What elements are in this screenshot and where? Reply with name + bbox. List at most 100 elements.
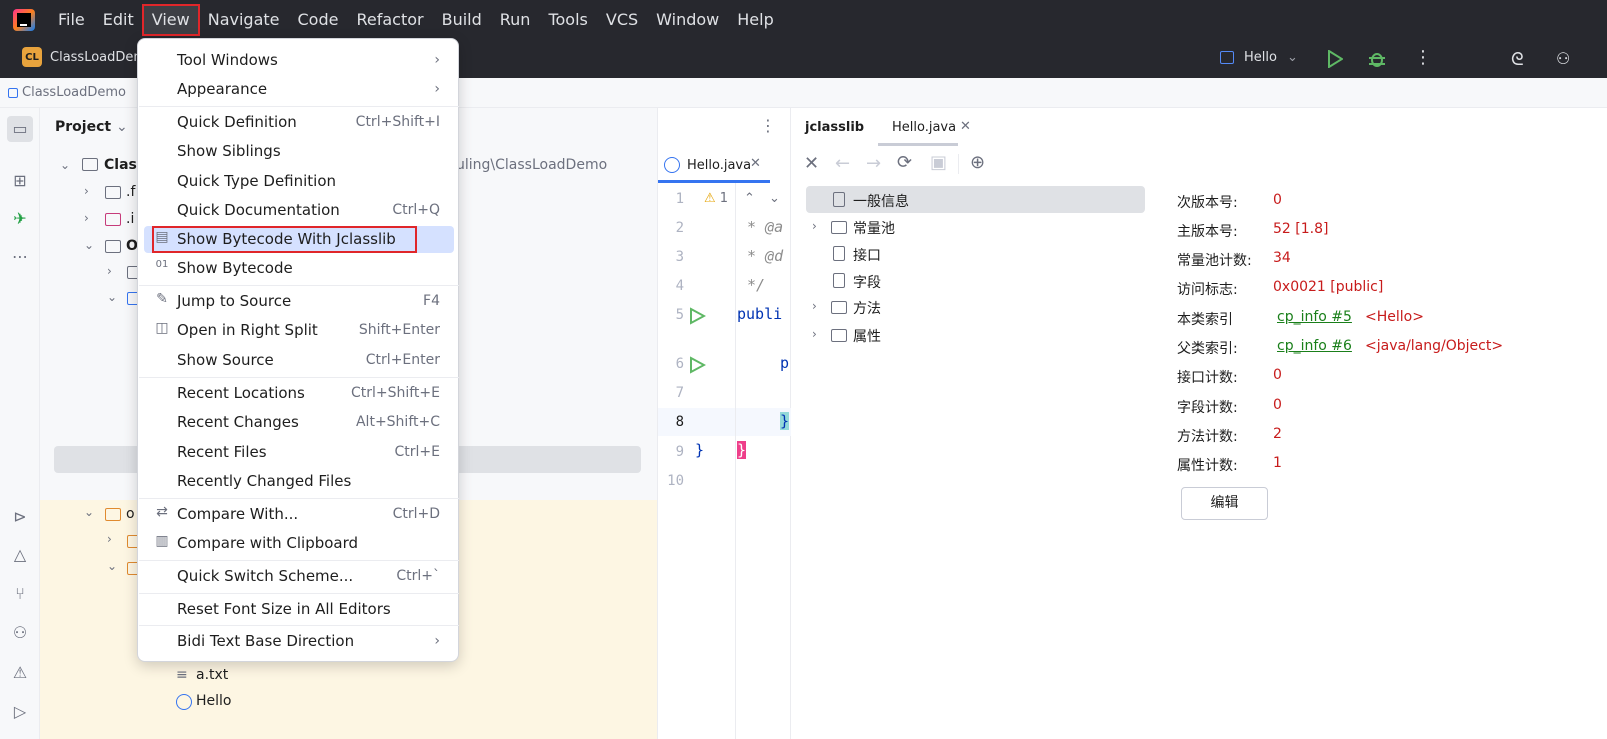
menu-refactor[interactable]: Refactor bbox=[347, 5, 432, 35]
chevron-right-icon[interactable]: › bbox=[812, 327, 817, 341]
back-arrow-icon[interactable]: ← bbox=[835, 153, 850, 174]
warning-icon[interactable]: ⚠ 1 bbox=[704, 191, 728, 206]
close-icon[interactable]: ✕ bbox=[804, 153, 819, 174]
run-config-selector[interactable]: Hello ⌄ bbox=[1220, 50, 1298, 65]
menu-navigate[interactable]: Navigate bbox=[199, 5, 289, 35]
tree-item-hello[interactable]: Hello bbox=[196, 693, 232, 709]
user-icon[interactable]: ⚇ bbox=[1556, 49, 1570, 68]
menu-item-recent-files[interactable]: Recent Files Ctrl+E bbox=[144, 439, 454, 466]
menu-item-quick-documentation[interactable]: Quick Documentation Ctrl+Q bbox=[144, 197, 454, 224]
line-number: 3 bbox=[675, 249, 684, 265]
jnode-constant-pool[interactable]: 常量池 bbox=[853, 218, 895, 238]
debug-icon[interactable] bbox=[1367, 49, 1387, 69]
menu-item-show-source[interactable]: Show Source Ctrl+Enter bbox=[144, 347, 454, 374]
chevron-up-icon[interactable]: ⌃ bbox=[744, 191, 755, 206]
file-icon bbox=[833, 273, 845, 288]
menu-item-tool-windows[interactable]: Tool Windows › bbox=[144, 47, 454, 74]
more-actions-icon[interactable]: ⋮ bbox=[1414, 48, 1432, 68]
ai-assistant-icon[interactable]: ᘓ bbox=[1511, 49, 1524, 70]
project-selector[interactable]: CL ClassLoadDem bbox=[22, 47, 146, 67]
forward-arrow-icon[interactable]: → bbox=[866, 153, 881, 174]
chevron-down-icon[interactable]: ⌄ bbox=[84, 505, 94, 519]
chevron-down-icon[interactable]: ⌄ bbox=[84, 238, 94, 252]
tree-item-a-txt[interactable]: a.txt bbox=[196, 667, 228, 683]
chevron-right-icon[interactable]: › bbox=[107, 532, 112, 546]
chevron-right-icon[interactable]: › bbox=[84, 184, 89, 198]
field-value: 0 bbox=[1273, 397, 1282, 413]
jnode-attributes[interactable]: 属性 bbox=[853, 326, 881, 346]
graphql-icon[interactable]: △ bbox=[9, 544, 31, 566]
menu-item-reset-font-size[interactable]: Reset Font Size in All Editors bbox=[144, 596, 454, 623]
folder-excluded-icon bbox=[105, 213, 121, 226]
jrebel-icon[interactable]: ✈ bbox=[9, 208, 31, 230]
menu-item-quick-definition[interactable]: Quick Definition Ctrl+Shift+I bbox=[144, 109, 454, 136]
structure-icon[interactable]: ⊞ bbox=[9, 170, 31, 192]
menu-item-recently-changed-files[interactable]: Recently Changed Files bbox=[144, 468, 454, 495]
jclasslib-tab-hello[interactable]: Hello.java bbox=[892, 120, 956, 135]
menu-edit[interactable]: Edit bbox=[94, 5, 143, 35]
run-gutter-icon[interactable] bbox=[688, 356, 706, 374]
editor-tab-hello[interactable]: Hello.java bbox=[687, 158, 751, 173]
run-tool-icon[interactable]: ▷ bbox=[9, 701, 31, 723]
chevron-right-icon[interactable]: › bbox=[812, 299, 817, 313]
menu-help[interactable]: Help bbox=[728, 5, 782, 35]
editor-more-icon[interactable]: ⋮ bbox=[760, 116, 776, 135]
chevron-right-icon[interactable]: › bbox=[107, 264, 112, 278]
chevron-down-icon[interactable]: ⌄ bbox=[60, 158, 70, 172]
menu-item-jump-to-source[interactable]: ✎ Jump to Source F4 bbox=[144, 288, 454, 315]
breadcrumb-root[interactable]: ClassLoadDemo bbox=[22, 85, 126, 100]
menu-file[interactable]: File bbox=[49, 5, 94, 35]
plugins-icon[interactable]: ⚇ bbox=[9, 622, 31, 644]
code-line-5: publi bbox=[737, 305, 783, 323]
tree-item-f[interactable]: .f bbox=[126, 184, 135, 200]
refresh-icon[interactable]: ⟳ bbox=[897, 152, 912, 173]
chevron-right-icon[interactable]: › bbox=[812, 219, 817, 233]
project-panel-title[interactable]: Project ⌄ bbox=[55, 119, 128, 135]
menu-item-bidi-text-direction[interactable]: Bidi Text Base Direction › bbox=[144, 628, 454, 655]
chevron-down-icon[interactable]: ⌄ bbox=[107, 559, 117, 573]
menu-item-compare-clipboard[interactable]: ▥ Compare with Clipboard bbox=[144, 530, 454, 557]
git-icon[interactable]: ⑂ bbox=[9, 583, 31, 605]
jnode-methods[interactable]: 方法 bbox=[853, 298, 881, 318]
close-tab-icon[interactable]: ✕ bbox=[960, 119, 971, 134]
problems-icon[interactable]: ⚠ bbox=[9, 662, 31, 684]
menu-item-quick-switch-scheme[interactable]: Quick Switch Scheme... Ctrl+` bbox=[144, 563, 454, 590]
project-tool-folder-icon[interactable]: ▭ bbox=[7, 116, 33, 142]
save-icon[interactable]: ▣ bbox=[930, 152, 947, 173]
run-gutter-icon[interactable] bbox=[688, 307, 706, 325]
tree-item-out[interactable]: o bbox=[126, 506, 135, 522]
chevron-down-icon[interactable]: ⌄ bbox=[107, 290, 117, 304]
menu-item-show-bytecode[interactable]: 01 Show Bytecode bbox=[144, 255, 454, 282]
close-tab-icon[interactable]: ✕ bbox=[750, 156, 761, 171]
cp-info-link[interactable]: cp_info #6 bbox=[1277, 338, 1352, 354]
menu-item-quick-type-definition[interactable]: Quick Type Definition bbox=[144, 168, 454, 195]
jnode-general-info[interactable]: 一般信息 bbox=[853, 191, 909, 211]
globe-icon[interactable]: ⊕ bbox=[970, 152, 985, 173]
menu-run[interactable]: Run bbox=[491, 5, 540, 35]
menu-item-open-right-split[interactable]: ◫ Open in Right Split Shift+Enter bbox=[144, 317, 454, 344]
menu-item-compare-with[interactable]: ⇄ Compare With... Ctrl+D bbox=[144, 501, 454, 528]
toolbar-divider bbox=[958, 154, 959, 174]
tree-item-i[interactable]: .i bbox=[126, 211, 134, 227]
edit-button[interactable]: 编辑 bbox=[1181, 487, 1268, 520]
line-number: 2 bbox=[675, 220, 684, 236]
menu-item-recent-changes[interactable]: Recent Changes Alt+Shift+C bbox=[144, 409, 454, 436]
chevron-down-icon[interactable]: ⌄ bbox=[769, 191, 780, 206]
services-icon[interactable]: ⊳ bbox=[9, 506, 31, 528]
menu-vcs[interactable]: VCS bbox=[597, 5, 647, 35]
jnode-fields[interactable]: 字段 bbox=[853, 272, 881, 292]
menu-tools[interactable]: Tools bbox=[539, 5, 596, 35]
more-tools-icon[interactable]: ⋯ bbox=[9, 246, 31, 268]
jnode-interfaces[interactable]: 接口 bbox=[853, 245, 881, 265]
menu-item-appearance[interactable]: Appearance › bbox=[144, 76, 454, 103]
field-label: 方法计数: bbox=[1177, 429, 1238, 445]
menu-item-recent-locations[interactable]: Recent Locations Ctrl+Shift+E bbox=[144, 380, 454, 407]
chevron-right-icon[interactable]: › bbox=[84, 211, 89, 225]
menu-build[interactable]: Build bbox=[433, 5, 491, 35]
menu-item-show-siblings[interactable]: Show Siblings bbox=[144, 138, 454, 165]
run-icon[interactable] bbox=[1327, 50, 1343, 68]
menu-window[interactable]: Window bbox=[647, 5, 728, 35]
menu-view[interactable]: View bbox=[141, 3, 200, 36]
cp-info-link[interactable]: cp_info #5 bbox=[1277, 309, 1352, 325]
menu-code[interactable]: Code bbox=[289, 5, 348, 35]
